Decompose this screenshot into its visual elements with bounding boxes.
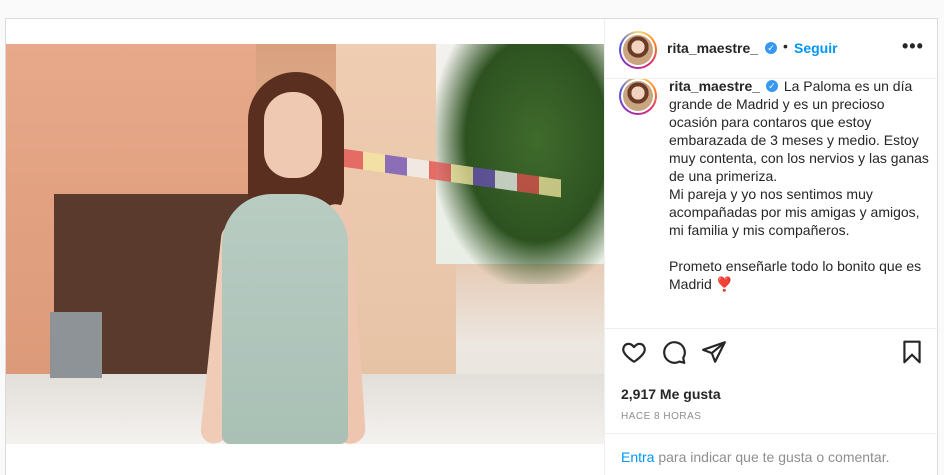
verified-badge-icon: ✓ <box>765 80 778 93</box>
avatar-image <box>623 35 653 65</box>
bookmark-icon[interactable] <box>899 339 925 365</box>
comment-icon[interactable] <box>661 339 687 365</box>
likes-count[interactable]: 2,917 Me gusta <box>621 386 721 402</box>
login-prompt: Entra para indicar que te gusta o coment… <box>621 449 890 465</box>
header-username[interactable]: rita_maestre_ <box>667 40 758 56</box>
photo-woman-dress <box>222 194 348 444</box>
caption-section: rita_maestre_ ✓ La Paloma es un día gran… <box>605 79 940 329</box>
photo-tree <box>436 44 604 284</box>
share-icon[interactable] <box>701 339 727 365</box>
caption-username[interactable]: rita_maestre_ <box>669 79 760 94</box>
avatar-image <box>623 81 653 111</box>
more-options-icon[interactable]: ••• <box>902 36 924 57</box>
photo-trash-bin <box>50 312 102 378</box>
caption-avatar[interactable] <box>619 79 657 115</box>
instagram-post: rita_maestre_ ✓ • Seguir ••• rita_maestr… <box>5 18 940 475</box>
follow-button[interactable]: Seguir <box>794 40 838 56</box>
photo-woman-face <box>264 92 322 178</box>
separator-dot: • <box>783 38 788 54</box>
post-sidebar: rita_maestre_ ✓ • Seguir ••• rita_maestr… <box>604 19 940 475</box>
post-header: rita_maestre_ ✓ • Seguir ••• <box>605 19 940 79</box>
post-timestamp[interactable]: HACE 8 HORAS <box>621 411 701 422</box>
post-photo[interactable] <box>6 44 604 444</box>
login-link[interactable]: Entra <box>621 449 654 465</box>
caption-text: La Paloma es un día grande de Madrid y e… <box>669 79 929 292</box>
caption: rita_maestre_ ✓ La Paloma es un día gran… <box>669 79 931 293</box>
avatar[interactable] <box>619 31 657 69</box>
comment-bar: Entra para indicar que te gusta o coment… <box>605 433 940 475</box>
heart-icon[interactable] <box>621 339 647 365</box>
login-prompt-text: para indicar que te gusta o comentar. <box>654 449 890 465</box>
action-bar <box>605 329 940 373</box>
verified-badge-icon: ✓ <box>765 42 777 54</box>
